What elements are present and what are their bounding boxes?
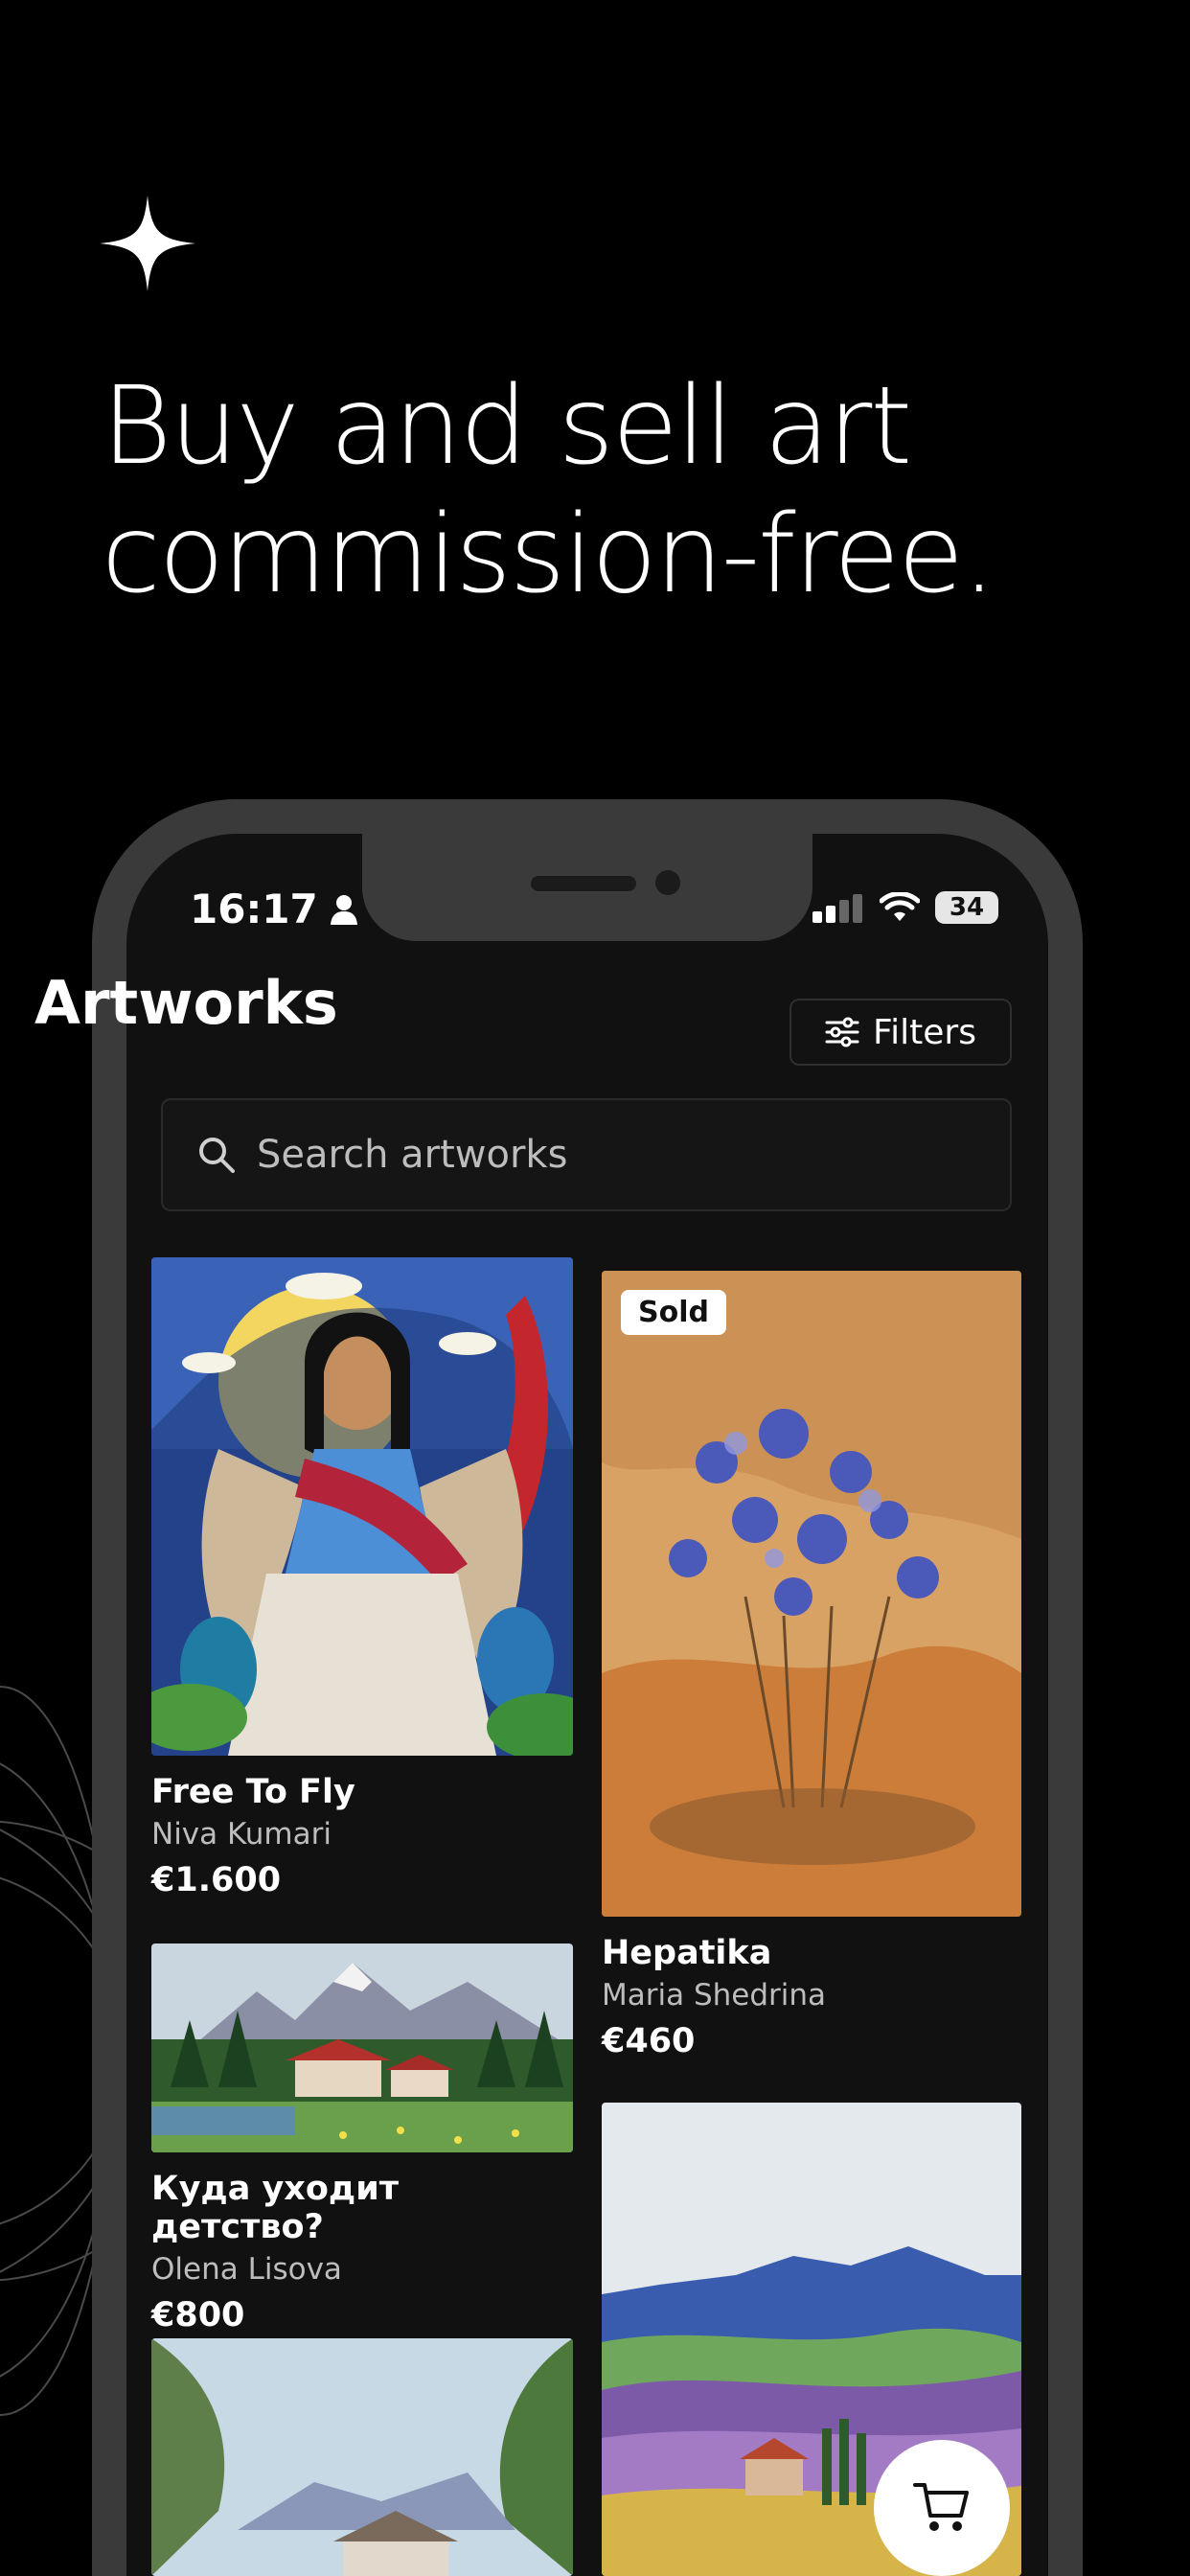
onboarding-page: Buy and sell art commission-free. 16:17: [0, 0, 1190, 2576]
artwork-image-free-to-fly: [151, 1257, 573, 1756]
artwork-image-watercolor-house: [151, 2338, 573, 2576]
hero-line-1: Buy and sell art: [102, 364, 912, 489]
artwork-artist: Maria Shedrina: [602, 1978, 827, 2012]
sliders-icon: [825, 1017, 859, 1047]
artwork-card[interactable]: [151, 2338, 573, 2576]
sparkle-icon: [100, 196, 195, 291]
wifi-icon: [880, 892, 920, 921]
search-icon: [199, 1138, 235, 1173]
cart-icon: [913, 2483, 969, 2531]
page-title: Artworks: [34, 968, 338, 1038]
artwork-image-hepatika: [602, 1271, 1021, 1917]
filters-button[interactable]: Filters: [790, 999, 1012, 1066]
artwork-image[interactable]: Sold: [602, 1271, 1021, 1917]
artwork-card[interactable]: Free To Fly Niva Kumari €1.600: [151, 1257, 573, 1899]
artwork-title: Куда уходит детство?: [151, 2170, 400, 2246]
artwork-artist: Olena Lisova: [151, 2252, 342, 2287]
artwork-title: Free To Fly: [151, 1773, 355, 1811]
artwork-card[interactable]: Куда уходит детство? Olena Lisova €800: [151, 1944, 573, 2334]
hero-line-2: commission-free.: [102, 493, 996, 617]
artwork-price: €800: [151, 2296, 245, 2334]
person-icon: [330, 894, 357, 925]
artwork-price: €1.600: [151, 1861, 282, 1899]
artwork-image-kuda-ukhodit-detstvo: [151, 1944, 573, 2152]
filters-label: Filters: [873, 1012, 976, 1052]
speaker: [531, 876, 636, 891]
battery-icon: 34: [935, 891, 998, 924]
battery-level: 34: [949, 893, 985, 922]
artwork-artist: Niva Kumari: [151, 1817, 332, 1852]
cart-button[interactable]: [874, 2440, 1010, 2576]
status-time: 16:17: [190, 886, 358, 932]
search-bar[interactable]: [161, 1098, 1012, 1211]
hero-headline: Buy and sell art commission-free.: [102, 362, 1156, 619]
status-time-text: 16:17: [190, 886, 318, 932]
artwork-price: €460: [602, 2022, 696, 2060]
camera: [655, 870, 680, 895]
sold-badge: Sold: [621, 1290, 726, 1335]
artwork-card[interactable]: Sold Hepatika Maria Shedrina €460: [602, 1271, 1021, 2060]
status-indicators: 34: [812, 891, 998, 924]
artwork-image[interactable]: [151, 2338, 573, 2576]
notch: [362, 834, 812, 941]
artwork-image[interactable]: [151, 1944, 573, 2152]
artwork-image[interactable]: [151, 1257, 573, 1756]
artwork-title: Hepatika: [602, 1934, 772, 1972]
signal-icon: [812, 894, 862, 923]
search-input[interactable]: [257, 1133, 966, 1177]
